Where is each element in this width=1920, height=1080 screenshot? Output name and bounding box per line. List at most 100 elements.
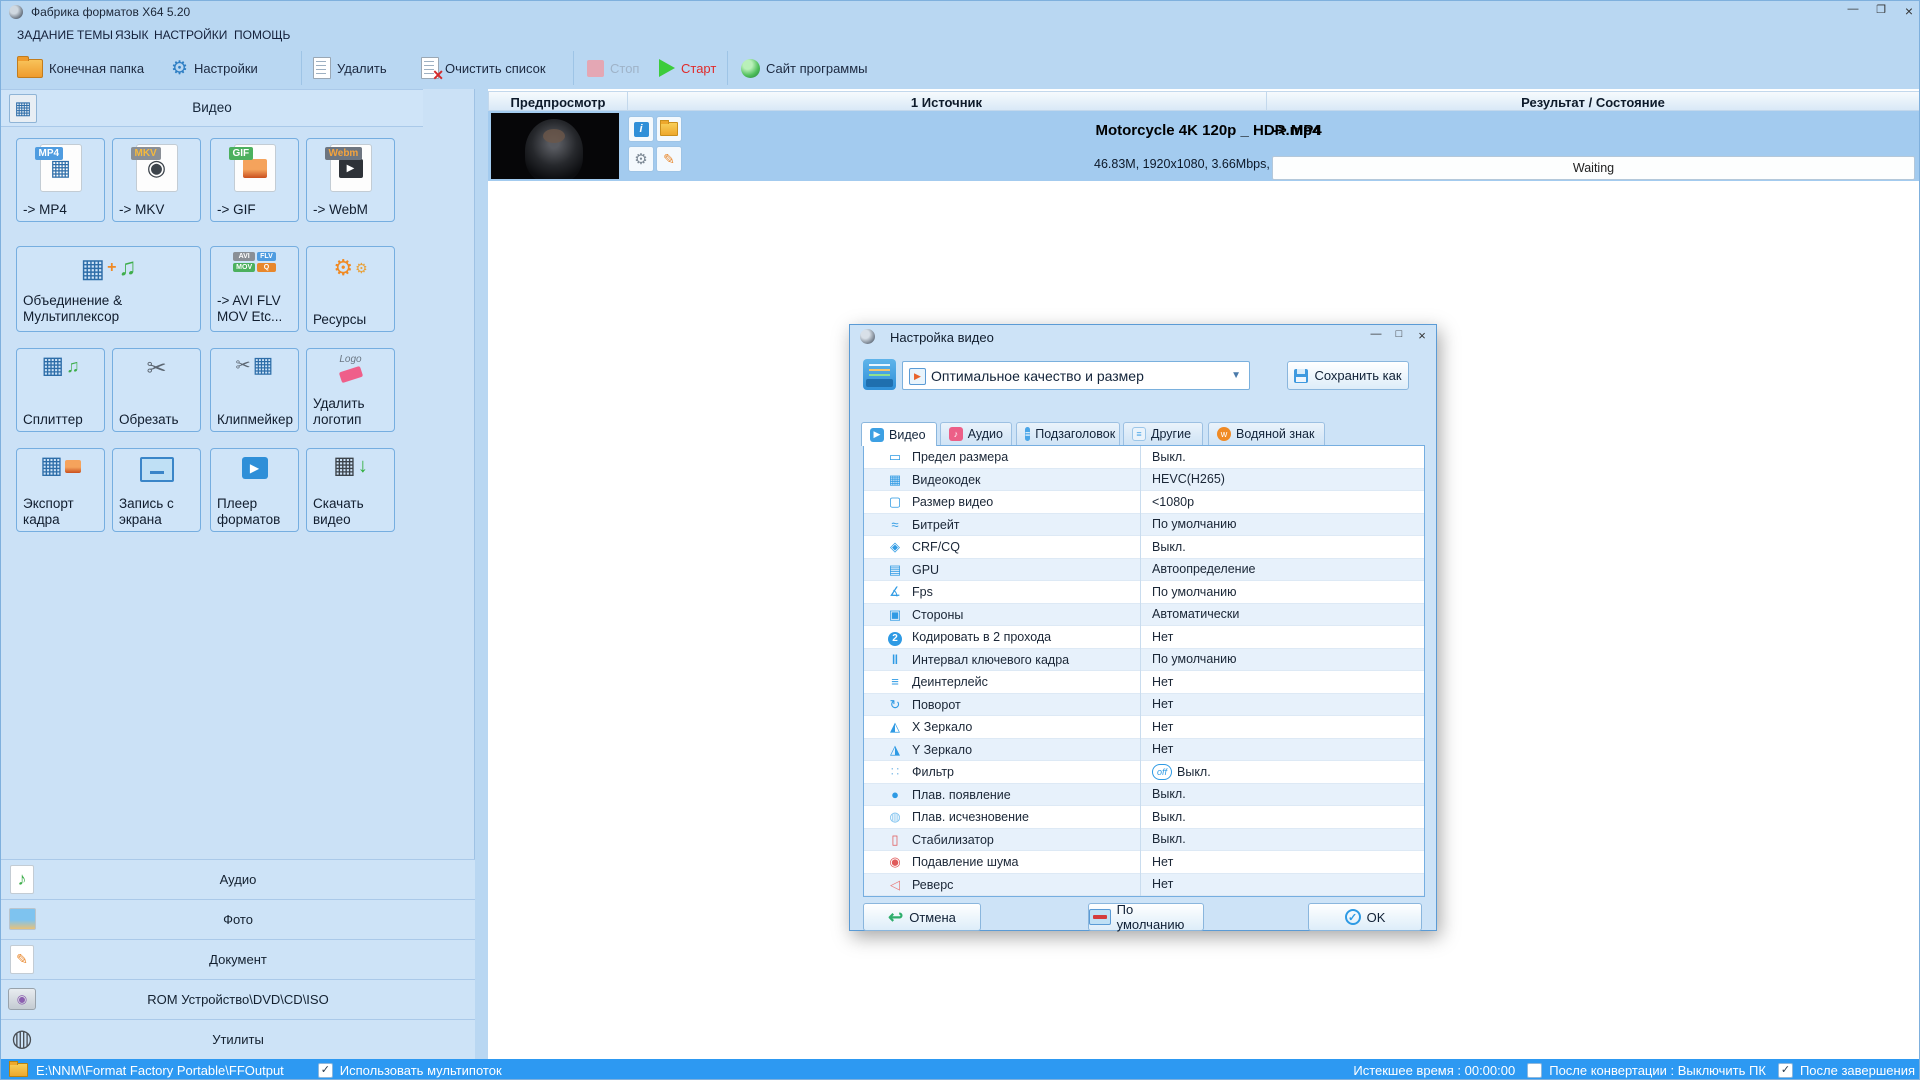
tile-trim[interactable]: ✂ Обрезать xyxy=(112,348,201,432)
tab-video[interactable]: ▶ Видео xyxy=(861,422,937,446)
after-completion-checkbox[interactable]: ✓ xyxy=(1778,1063,1793,1078)
setting-row-mirror-y[interactable]: ◮ Y Зеркало Нет xyxy=(864,739,1424,762)
setting-row-stabilizer[interactable]: ▯ Стабилизатор Выкл. xyxy=(864,829,1424,852)
setting-row-crf[interactable]: ◈ CRF/CQ Выкл. xyxy=(864,536,1424,559)
stop-button[interactable]: Стоп xyxy=(587,53,639,83)
preset-dropdown[interactable]: ▶ Оптимальное качество и размер ▼ xyxy=(902,361,1250,390)
ok-button[interactable]: ✓ OK xyxy=(1308,903,1422,931)
dialog-minimize-button[interactable]: — xyxy=(1366,328,1386,344)
gif-file-icon: GIF xyxy=(234,144,276,192)
minimize-button[interactable]: — xyxy=(1841,3,1865,19)
window-title: Фабрика форматов X64 5.20 xyxy=(31,5,190,19)
setting-row-filter[interactable]: ∷ Фильтр off Выкл. xyxy=(864,761,1424,784)
output-folder-button[interactable]: Конечная папка xyxy=(17,53,144,83)
clear-list-icon: ✕ xyxy=(421,57,439,79)
close-button[interactable]: × xyxy=(1897,3,1920,19)
shutdown-after-checkbox[interactable] xyxy=(1527,1063,1542,1078)
sidebar-category-rom[interactable]: ◉ ROM Устройство\DVD\CD\ISO xyxy=(1,979,475,1019)
setting-row-video-size[interactable]: ▢ Размер видео <1080p xyxy=(864,491,1424,514)
status-bar: E:\NNM\Format Factory Portable\FFOutput … xyxy=(1,1059,1920,1080)
tile-clipmaker[interactable]: ✂▦ Клипмейкер xyxy=(210,348,299,432)
save-as-button[interactable]: Сохранить как xyxy=(1287,361,1409,390)
setting-row-gpu[interactable]: ▤ GPU Автоопределение xyxy=(864,559,1424,582)
tab-other[interactable]: ≡ Другие xyxy=(1123,422,1203,445)
rename-button[interactable]: ✎ xyxy=(656,146,682,172)
setting-row-fade-in[interactable]: ● Плав. появление Выкл. xyxy=(864,784,1424,807)
setting-row-keyframe[interactable]: ‖ Интервал ключевого кадра По умолчанию xyxy=(864,649,1424,672)
output-folder-label: Конечная папка xyxy=(49,61,144,76)
tile-remove-logo[interactable]: Logo Удалить логотип xyxy=(306,348,395,432)
sidebar-category-document[interactable]: ✎ Документ xyxy=(1,939,475,979)
tab-audio[interactable]: ♪ Аудио xyxy=(940,422,1012,445)
remove-button[interactable]: Удалить xyxy=(313,53,387,83)
tile-screen-record[interactable]: Запись с экрана xyxy=(112,448,201,532)
cancel-button[interactable]: ↩ Отмена xyxy=(863,903,981,931)
tile-resources[interactable]: ⚙⚙ Ресурсы xyxy=(306,246,395,332)
column-source[interactable]: 1 Источник xyxy=(627,95,1266,110)
tile-to-webm[interactable]: Webm ▶ -> WebM xyxy=(306,138,395,222)
dialog-title-bar[interactable]: Настройка видео — □ × xyxy=(850,325,1436,349)
tile-to-gif[interactable]: GIF -> GIF xyxy=(210,138,299,222)
tile-splitter[interactable]: ▦♫ Сплиттер xyxy=(16,348,105,432)
preset-value: Оптимальное качество и размер xyxy=(931,368,1144,384)
tile-format-player[interactable]: ▶ Плеер форматов xyxy=(210,448,299,532)
sidebar-category-audio[interactable]: ♪ Аудио xyxy=(1,859,475,899)
dialog-maximize-button[interactable]: □ xyxy=(1389,328,1409,344)
task-row[interactable]: i ⚙ ✎ Motorcycle 4K 120p _ HDR.mp4 46.83… xyxy=(488,111,1920,181)
setting-row-fps[interactable]: ∡ Fps По умолчанию xyxy=(864,581,1424,604)
tile-download-video[interactable]: ▦↓ Скачать видео xyxy=(306,448,395,532)
tile-merge-mux[interactable]: ▦ + ♫ Объединение & Мультиплексор xyxy=(16,246,201,332)
column-preview[interactable]: Предпросмотр xyxy=(489,95,627,110)
info-button[interactable]: i xyxy=(628,116,654,142)
menu-themes[interactable]: ТЕМЫ xyxy=(77,28,113,42)
tile-to-avi-flv-mov[interactable]: AVI FLV MOV Q -> AVI FLV MOV Etc... xyxy=(210,246,299,332)
setting-row-size-limit[interactable]: ▭ Предел размера Выкл. xyxy=(864,446,1424,469)
clear-list-button[interactable]: ✕ Очистить список xyxy=(421,53,546,83)
resources-gears-icon: ⚙⚙ xyxy=(307,257,394,279)
tile-label: Ресурсы xyxy=(313,312,390,328)
settings-button[interactable]: ⚙ Настройки xyxy=(171,53,258,83)
dialog-close-button[interactable]: × xyxy=(1412,328,1432,344)
setting-row-bitrate[interactable]: ≈ Битрейт По умолчанию xyxy=(864,514,1424,537)
output-path[interactable]: E:\NNM\Format Factory Portable\FFOutput xyxy=(36,1063,284,1078)
screen-record-icon xyxy=(113,457,200,482)
website-button[interactable]: Сайт программы xyxy=(741,53,868,83)
sidebar-section-video[interactable]: ▦ Видео xyxy=(1,89,423,127)
menu-help[interactable]: ПОМОЩЬ xyxy=(234,28,290,42)
sidebar-category-photo[interactable]: Фото xyxy=(1,899,475,939)
tab-watermark[interactable]: w Водяной знак xyxy=(1208,422,1325,445)
sidebar-category-utilities[interactable]: ◍ Утилиты xyxy=(1,1019,475,1059)
row-settings-button[interactable]: ⚙ xyxy=(628,146,654,172)
video-settings-dialog: Настройка видео — □ × ▶ Оптимальное каче… xyxy=(849,324,1437,931)
menu-language[interactable]: ЯЗЫК xyxy=(115,28,149,42)
open-folder-button[interactable] xyxy=(656,116,682,142)
setting-row-mirror-x[interactable]: ◭ X Зеркало Нет xyxy=(864,716,1424,739)
settings-label: Настройки xyxy=(194,61,258,76)
info-icon: i xyxy=(634,122,649,137)
tile-export-frame[interactable]: ▦ Экспорт кадра xyxy=(16,448,105,532)
tab-subtitle[interactable]: ≡ Подзаголовок xyxy=(1016,422,1120,445)
setting-row-deinterlace[interactable]: ≡ Деинтерлейс Нет xyxy=(864,671,1424,694)
setting-row-fade-out[interactable]: ◍ Плав. исчезновение Выкл. xyxy=(864,806,1424,829)
tile-label: Экспорт кадра xyxy=(23,496,100,528)
tile-label: Клипмейкер xyxy=(217,412,294,428)
setting-row-aspect[interactable]: ▣ Стороны Автоматически xyxy=(864,604,1424,627)
column-result[interactable]: Результат / Состояние xyxy=(1266,95,1920,110)
menu-settings[interactable]: НАСТРОЙКИ xyxy=(154,28,227,42)
setting-row-two-pass[interactable]: 2 Кодировать в 2 прохода Нет xyxy=(864,626,1424,649)
multithread-checkbox[interactable]: ✓ xyxy=(318,1063,333,1078)
tile-to-mp4[interactable]: MP4 ▦ -> MP4 xyxy=(16,138,105,222)
default-button[interactable]: По умолчанию xyxy=(1088,903,1204,931)
setting-row-reverse[interactable]: ◁ Реверс Нет xyxy=(864,874,1424,897)
setting-row-video-codec[interactable]: ▦ Видеокодек HEVC(H265) xyxy=(864,469,1424,492)
setting-row-rotate[interactable]: ↻ Поворот Нет xyxy=(864,694,1424,717)
tile-to-mkv[interactable]: MKV ◉ -> MKV xyxy=(112,138,201,222)
start-button[interactable]: Старт xyxy=(659,53,716,83)
output-path-folder-icon[interactable] xyxy=(9,1063,28,1077)
gpu-icon: ▤ xyxy=(886,559,904,582)
shutdown-after-label: После конвертации : Выключить ПК xyxy=(1549,1063,1766,1078)
edit-icon: ✎ xyxy=(663,152,675,166)
maximize-button[interactable]: ❐ xyxy=(1869,3,1893,19)
menu-task[interactable]: ЗАДАНИЕ xyxy=(17,28,74,42)
setting-row-denoise[interactable]: ◉ Подавление шума Нет xyxy=(864,851,1424,874)
